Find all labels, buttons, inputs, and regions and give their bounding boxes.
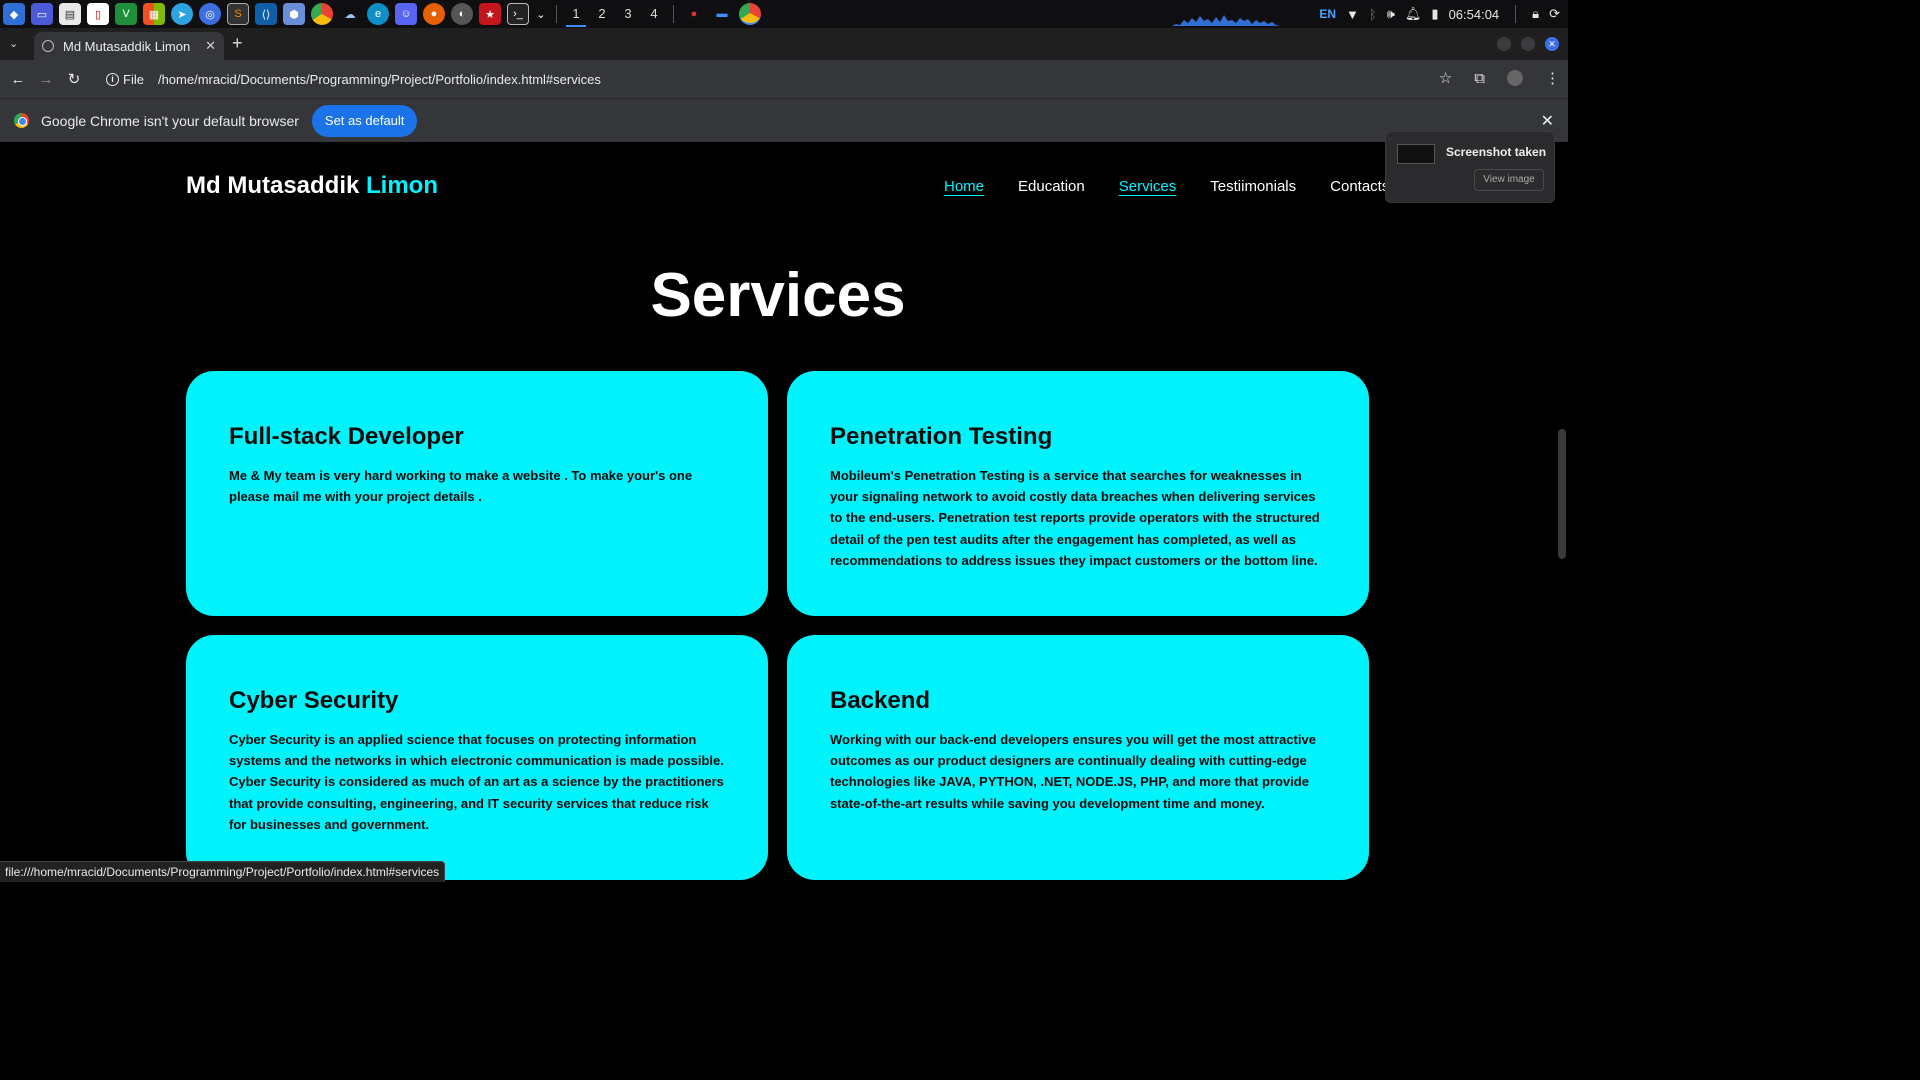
chrome-logo-icon: [14, 113, 29, 128]
maximize-button[interactable]: [1521, 37, 1535, 51]
vim-icon[interactable]: V: [115, 3, 137, 25]
clock[interactable]: 06:54:04: [1449, 7, 1500, 22]
workspace-4[interactable]: 4: [641, 0, 667, 28]
browser-icon[interactable]: ◎: [199, 3, 221, 25]
url-scheme-label: File: [123, 71, 144, 87]
service-card-text: Mobileum's Penetration Testing is a serv…: [830, 468, 1320, 568]
bookmark-star-icon[interactable]: ☆: [1439, 69, 1452, 87]
red-app-icon[interactable]: ★: [479, 3, 501, 25]
section-title: Services: [650, 261, 906, 330]
globe-icon: [42, 40, 54, 52]
chevron-down-icon[interactable]: ⌄: [535, 3, 547, 25]
browser-tab-bar: ⌄ Md Mutasaddik Limon ✕ + ✕: [0, 28, 1568, 60]
close-window-button[interactable]: ✕: [1545, 37, 1559, 51]
forward-button[interactable]: →: [32, 71, 60, 88]
service-card-title: Full-stack Developer: [229, 423, 464, 450]
infobar-message: Google Chrome isn't your default browser: [41, 112, 299, 129]
tray-separator: [1515, 5, 1517, 23]
site-logo[interactable]: Md Mutasaddik Limon: [186, 172, 438, 200]
service-card-title: Penetration Testing: [830, 423, 1053, 450]
running-app-icon[interactable]: ●: [683, 3, 705, 25]
web-page: Md Mutasaddik Limon Home Education Servi…: [0, 142, 1556, 882]
browser-tab[interactable]: Md Mutasaddik Limon ✕: [34, 32, 224, 60]
taskbar-separator: [556, 5, 557, 23]
pdf-icon[interactable]: ▯: [87, 3, 109, 25]
address-bar[interactable]: i File /home/mracid/Documents/Programmin…: [96, 65, 1462, 93]
network-graph-icon: [1172, 15, 1280, 26]
notification-title: Screenshot taken: [1446, 145, 1547, 159]
profile-avatar[interactable]: [1507, 70, 1523, 86]
service-card: Cyber Security Cyber Security is an appl…: [186, 635, 768, 880]
service-card: Penetration Testing Mobileum's Penetrati…: [787, 371, 1369, 616]
bluetooth-icon[interactable]: ᛒ: [1369, 7, 1377, 22]
battery-icon[interactable]: ▮: [1431, 6, 1438, 22]
logo-accent-name: Limon: [366, 172, 439, 199]
scrollbar-thumb[interactable]: [1558, 429, 1566, 559]
page-scrollbar[interactable]: [1556, 142, 1568, 882]
extensions-icon[interactable]: ⧉: [1474, 70, 1485, 87]
minimize-button[interactable]: [1497, 37, 1511, 51]
nav-testimonials[interactable]: Testiimonials: [1210, 178, 1296, 195]
terminal-icon[interactable]: ›_: [507, 3, 529, 25]
back-button[interactable]: ←: [4, 71, 32, 88]
cloud-icon[interactable]: ☁: [339, 3, 361, 25]
start-menu-icon[interactable]: ◆: [3, 3, 25, 25]
service-card-title: Cyber Security: [229, 687, 399, 714]
service-card-text: Working with our back-end developers ens…: [830, 732, 1316, 811]
volume-icon[interactable]: 🕪: [1387, 6, 1395, 22]
taskbar-separator: [673, 5, 674, 23]
tab-title: Md Mutasaddik Limon: [63, 38, 191, 54]
keyboard-language[interactable]: EN: [1319, 7, 1336, 21]
close-infobar-icon[interactable]: ✕: [1541, 111, 1554, 131]
sublime-icon[interactable]: S: [227, 3, 249, 25]
nav-services[interactable]: Services: [1119, 178, 1177, 195]
desktop-icon[interactable]: ▭: [31, 3, 53, 25]
service-card-title: Backend: [830, 687, 931, 714]
github-icon[interactable]: ◐: [451, 3, 473, 25]
close-tab-icon[interactable]: ✕: [205, 38, 216, 54]
service-card: Backend Working with our back-end develo…: [787, 635, 1369, 880]
set-as-default-button[interactable]: Set as default: [311, 104, 418, 137]
info-icon[interactable]: i: [106, 72, 119, 86]
running-chrome-icon[interactable]: [739, 3, 761, 25]
screenshot-notification: Screenshot taken View image: [1385, 131, 1555, 203]
url-text[interactable]: /home/mracid/Documents/Programming/Proje…: [158, 72, 601, 87]
apps-grid-icon[interactable]: ▦: [143, 3, 165, 25]
vscode-icon[interactable]: ⟨⟩: [255, 3, 277, 25]
wifi-icon[interactable]: ▼: [1346, 7, 1359, 22]
default-browser-infobar: Google Chrome isn't your default browser…: [0, 98, 1568, 142]
service-card: Full-stack Developer Me & My team is ver…: [186, 371, 768, 616]
nav-home[interactable]: Home: [944, 178, 984, 195]
menu-kebab-icon[interactable]: ⋮: [1545, 69, 1560, 87]
files-icon[interactable]: ▤: [59, 3, 81, 25]
site-nav: Home Education Services Testiimonials Co…: [944, 178, 1389, 195]
tab-search-icon[interactable]: ⌄: [9, 37, 18, 50]
link-status-bar: file:///home/mracid/Documents/Programmin…: [0, 861, 446, 882]
telegram-icon[interactable]: ➤: [171, 3, 193, 25]
workspace-1[interactable]: 1: [563, 0, 589, 28]
workspace-2[interactable]: 2: [589, 0, 615, 28]
reload-button[interactable]: ↻: [60, 70, 88, 88]
service-card-text: Me & My team is very hard working to mak…: [229, 468, 693, 505]
screenshot-thumbnail[interactable]: [1397, 144, 1435, 164]
lock-icon[interactable]: 🔒︎: [1532, 6, 1539, 22]
package-icon[interactable]: ⬢: [283, 3, 305, 25]
service-card-text: Cyber Security is an applied science tha…: [229, 732, 724, 832]
chrome-icon[interactable]: [311, 3, 333, 25]
browser-toolbar: ← → ↻ i File /home/mracid/Documents/Prog…: [0, 60, 1568, 98]
running-folder-icon[interactable]: ▬: [711, 3, 733, 25]
power-icon[interactable]: ⟳: [1549, 6, 1560, 22]
edge-icon[interactable]: e: [367, 3, 389, 25]
workspace-3[interactable]: 3: [615, 0, 641, 28]
system-taskbar: ◆ ▭ ▤ ▯ V ▦ ➤ ◎ S ⟨⟩ ⬢ ☁ e ☺ ● ◐ ★ ›_ ⌄ …: [0, 0, 1568, 28]
logo-name: Md Mutasaddik: [186, 172, 367, 199]
view-image-button[interactable]: View image: [1474, 169, 1544, 191]
nav-education[interactable]: Education: [1018, 178, 1085, 195]
discord-icon[interactable]: ☺: [395, 3, 417, 25]
bell-icon[interactable]: 🔔︎: [1405, 6, 1422, 22]
nav-contacts[interactable]: Contacts: [1330, 178, 1389, 195]
firefox-icon[interactable]: ●: [423, 3, 445, 25]
new-tab-button[interactable]: +: [232, 33, 243, 54]
system-tray: EN ▼ ᛒ 🕪 🔔︎ ▮ 06:54:04 🔒︎ ⟳: [1319, 0, 1568, 28]
